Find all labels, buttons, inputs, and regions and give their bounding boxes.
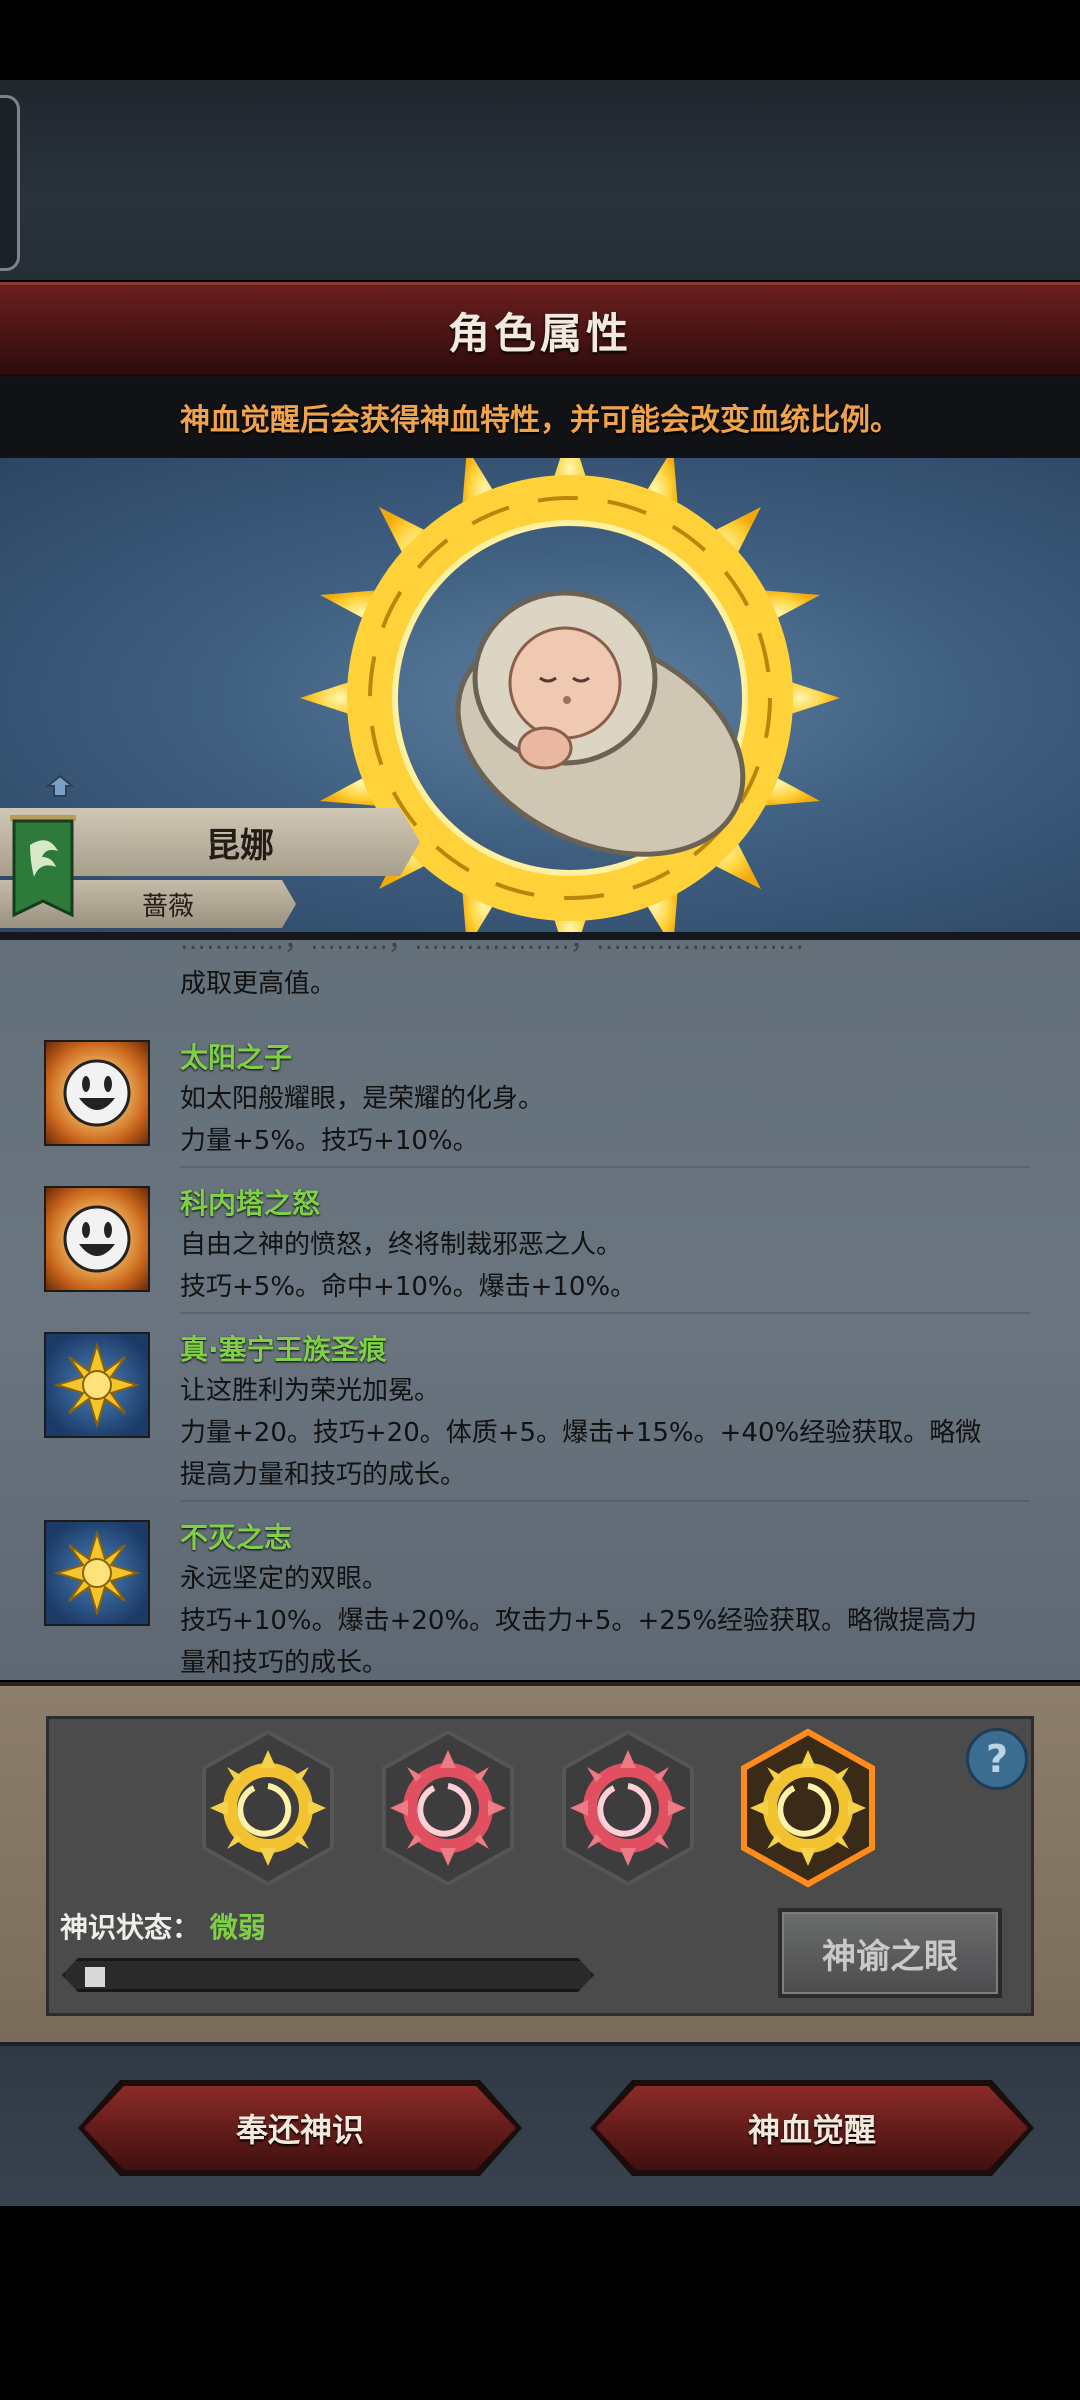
trait-name: 太阳之子 <box>180 1041 293 1074</box>
trait-effect-cont: 提高力量和技巧的成长。 <box>180 1460 467 1490</box>
rank-up-icon <box>46 774 74 797</box>
trait-cut-text: …………，………，………………，…………………… 成取更高值。 <box>180 940 805 999</box>
top-stone-area <box>0 80 1080 280</box>
trait-divider <box>180 1500 1030 1502</box>
golden-sun-ring-icon[interactable] <box>198 1728 338 1888</box>
divine-state-value: 微弱 <box>209 1911 266 1944</box>
page-title: 角色属性 <box>447 308 632 358</box>
trait-name: 不灭之志 <box>180 1521 293 1554</box>
trait-desc: 如太阳般耀眼，是荣耀的化身。 <box>180 1084 545 1114</box>
divine-blood-awaken-button[interactable]: 神血觉醒 <box>596 2086 1028 2170</box>
side-tab-handle[interactable] <box>0 95 20 271</box>
trait-desc: 让这胜利为荣光加冕。 <box>180 1376 441 1406</box>
trait-effect: 力量+5%。技巧+10%。 <box>180 1126 479 1156</box>
divine-progress-bar <box>62 1958 594 1992</box>
red-sun-ring-icon[interactable] <box>378 1728 518 1888</box>
trait-desc: 自由之神的愤怒，终将制裁邪恶之人。 <box>180 1230 623 1260</box>
selected-sun-ring-icon[interactable] <box>738 1728 878 1888</box>
trait-effect: 技巧+10%。爆击+20%。攻击力+5。+25%经验获取。略微提高力 <box>180 1606 978 1636</box>
faction-banner-icon <box>10 815 76 918</box>
help-button[interactable]: ? <box>966 1728 1028 1790</box>
character-subtitle: 蔷薇 <box>141 891 194 922</box>
notice-text: 神血觉醒后会获得神血特性，并可能会改变血统比例。 <box>180 403 900 438</box>
trait-name: 真·塞宁王族圣痕 <box>180 1333 387 1366</box>
trait-desc: 永远坚定的双眼。 <box>180 1564 389 1594</box>
trait-list[interactable]: …………，………，………………，…………………… 成取更高值。 太阳之子 如太阳… <box>0 940 1080 1680</box>
red-sun-ring-icon[interactable] <box>558 1728 698 1888</box>
divine-state-label: 神识状态： 微弱 <box>60 1906 266 1946</box>
trait-effect-cont: 量和技巧的成长。 <box>180 1648 389 1678</box>
divine-state-label-text: 神识状态： <box>60 1911 201 1944</box>
screen: 角色属性 神血觉醒后会获得神血特性，并可能会改变血统比例。 昆娜 蔷薇 …………… <box>0 0 1080 2400</box>
oracle-eye-button[interactable]: 神谕之眼 <box>778 1908 1002 1998</box>
trait-name: 科内塔之怒 <box>180 1187 321 1220</box>
golden-sun-icon <box>44 1332 150 1438</box>
trait-effect: 力量+20。技巧+20。体质+5。爆击+15%。+40%经验获取。略微 <box>180 1418 982 1448</box>
smiley-sun-icon <box>44 1040 150 1146</box>
trait-divider <box>180 1312 1030 1314</box>
return-divine-sense-button[interactable]: 奉还神识 <box>84 2086 516 2170</box>
notice-bar: 神血觉醒后会获得神血特性，并可能会改变血统比例。 <box>0 376 1080 458</box>
golden-sun-icon <box>44 1520 150 1626</box>
divine-progress-fill <box>85 1967 105 1987</box>
title-bar: 角色属性 <box>0 282 1080 379</box>
smiley-sun-icon <box>44 1186 150 1292</box>
trait-divider <box>180 1166 1030 1168</box>
scene-divider <box>0 932 1080 940</box>
character-name: 昆娜 <box>206 825 274 866</box>
trait-effect: 技巧+5%。命中+10%。爆击+10%。 <box>180 1272 637 1302</box>
